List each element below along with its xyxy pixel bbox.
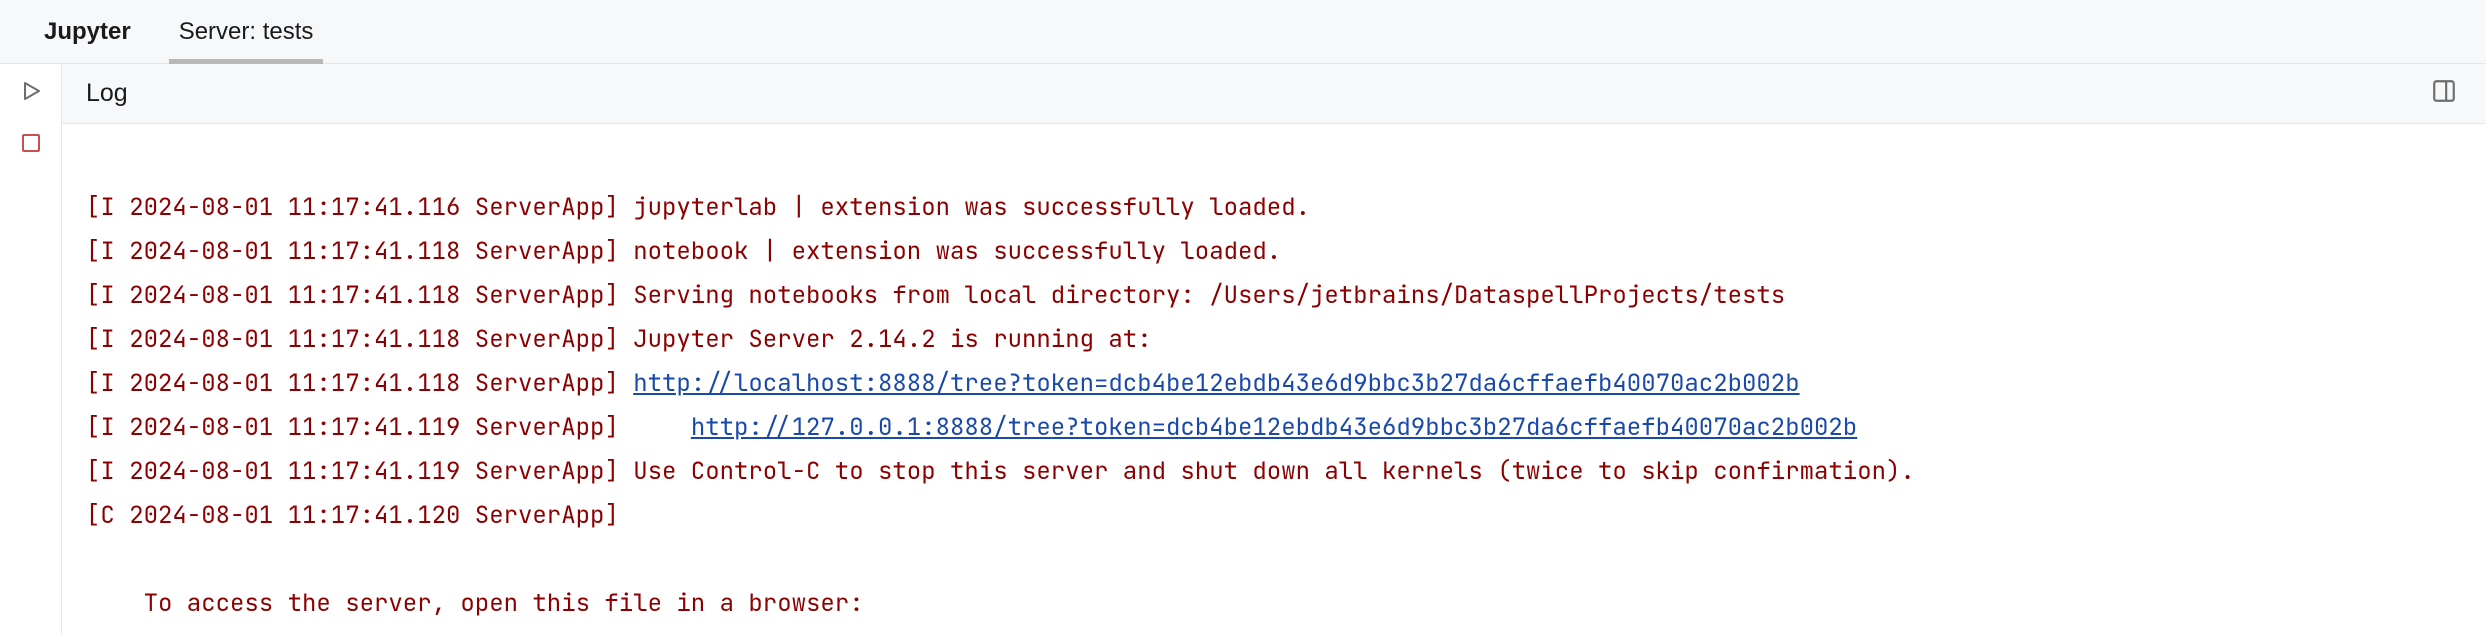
log-output: [I 2024-08-01 11:17:41.116 ServerApp] ju… [62, 124, 2486, 634]
run-button[interactable] [12, 74, 50, 112]
log-line: To access the server, open this file in … [86, 588, 864, 619]
stop-icon [19, 131, 43, 160]
tab-jupyter[interactable]: Jupyter [20, 0, 155, 64]
log-link[interactable]: http://127.0.0.1:8888/tree?token=dcb4be1… [691, 412, 1857, 443]
layout-button[interactable] [2426, 76, 2462, 112]
log-text: [I 2024-08-01 11:17:41.118 ServerApp] no… [86, 236, 1281, 267]
log-text: [I 2024-08-01 11:17:41.116 ServerApp] ju… [86, 192, 1310, 223]
run-icon [19, 79, 43, 108]
tab-bar: Jupyter Server: tests [0, 0, 2486, 64]
log-text: To access the server, open this file in … [86, 588, 864, 619]
log-text: [C 2024-08-01 11:17:41.120 ServerApp] [86, 500, 619, 531]
log-line: [I 2024-08-01 11:17:41.119 ServerApp] Us… [86, 456, 1915, 487]
log-line: [C 2024-08-01 11:17:41.120 ServerApp] [86, 500, 619, 531]
log-text: [I 2024-08-01 11:17:41.118 ServerApp] Se… [86, 280, 1785, 311]
workspace: Log [I 2024-08-01 11:17:41.116 ServerApp… [0, 64, 2486, 634]
panel-title: Log [86, 79, 2426, 108]
log-text: [I 2024-08-01 11:17:41.118 ServerApp] Ju… [86, 324, 1152, 355]
log-link[interactable]: http://localhost:8888/tree?token=dcb4be1… [633, 368, 1799, 399]
log-text: [I 2024-08-01 11:17:41.119 ServerApp] [86, 412, 691, 443]
log-line: [I 2024-08-01 11:17:41.116 ServerApp] ju… [86, 192, 1310, 223]
log-line: [I 2024-08-01 11:17:41.118 ServerApp] Ju… [86, 324, 1152, 355]
log-text: [I 2024-08-01 11:17:41.119 ServerApp] Us… [86, 456, 1915, 487]
tab-jupyter-label: Jupyter [44, 18, 131, 46]
log-text: [I 2024-08-01 11:17:41.118 ServerApp] [86, 368, 633, 399]
log-line: [I 2024-08-01 11:17:41.119 ServerApp] ht… [86, 412, 1857, 443]
log-line: [I 2024-08-01 11:17:41.118 ServerApp] ht… [86, 368, 1800, 399]
panel-header: Log [62, 64, 2486, 124]
gutter [0, 64, 62, 634]
stop-button[interactable] [12, 126, 50, 164]
log-line: [I 2024-08-01 11:17:41.118 ServerApp] no… [86, 236, 1281, 267]
tab-server[interactable]: Server: tests [155, 0, 338, 64]
log-line: [I 2024-08-01 11:17:41.118 ServerApp] Se… [86, 280, 1785, 311]
tab-server-label: Server: tests [179, 18, 314, 46]
layout-icon [2431, 78, 2457, 109]
log-panel: Log [I 2024-08-01 11:17:41.116 ServerApp… [62, 64, 2486, 634]
